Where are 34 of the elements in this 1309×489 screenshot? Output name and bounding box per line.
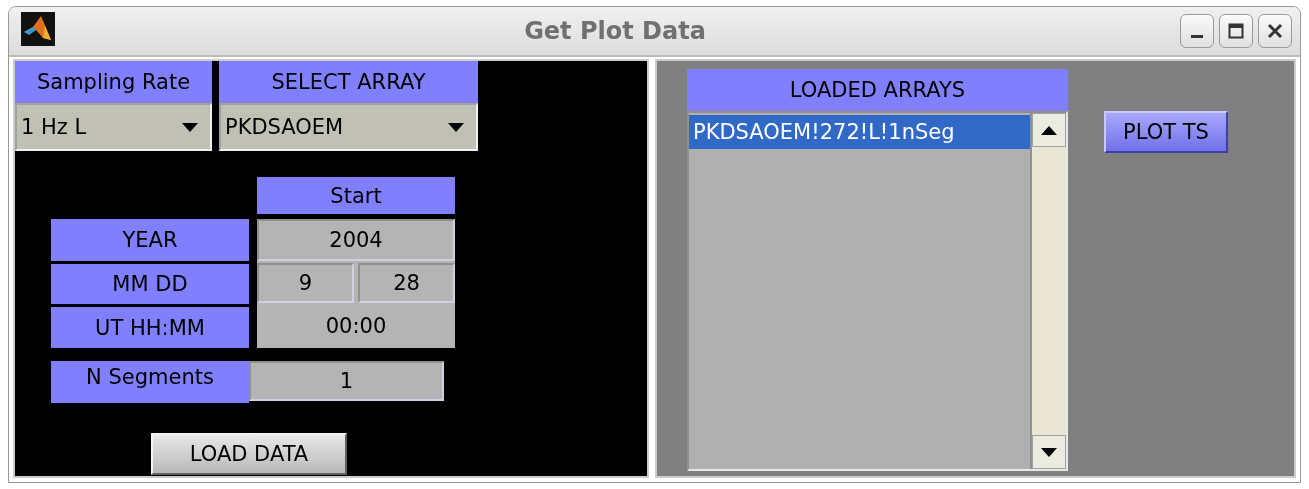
caret-icon bbox=[182, 122, 198, 132]
time-text: 00:00 bbox=[324, 312, 388, 340]
window-title: Get Plot Data bbox=[523, 17, 707, 45]
field-label: YEAR bbox=[51, 219, 249, 261]
dropdown[interactable]: 1 Hz L bbox=[15, 103, 212, 151]
field-label: SELECT ARRAY bbox=[219, 61, 478, 103]
close-button[interactable] bbox=[1258, 14, 1292, 48]
app-icon bbox=[21, 11, 55, 46]
field-label: UT HH:MM bbox=[51, 307, 249, 348]
up-arrow-icon bbox=[1041, 125, 1057, 135]
column-header: Start bbox=[257, 177, 455, 214]
plot-ts-button[interactable]: PLOT TS bbox=[1104, 111, 1228, 153]
load-data-button[interactable]: LOAD DATA bbox=[151, 433, 347, 475]
scroll-down-button[interactable] bbox=[1032, 435, 1066, 469]
list-box[interactable]: PKDSAOEM!272!L!1nSeg bbox=[687, 111, 1068, 471]
field-label: MM DD bbox=[51, 264, 249, 304]
dropdown[interactable]: PKDSAOEM bbox=[219, 103, 478, 151]
scrollbar[interactable] bbox=[1030, 113, 1066, 469]
caret-icon bbox=[448, 122, 464, 132]
close-icon bbox=[1267, 23, 1283, 39]
minimize-icon bbox=[1191, 34, 1203, 38]
scroll-up-button[interactable] bbox=[1032, 113, 1066, 147]
maximize-button[interactable] bbox=[1219, 14, 1253, 48]
input-field[interactable]: 9 bbox=[257, 263, 354, 303]
input-field[interactable]: 28 bbox=[358, 263, 455, 303]
minimize-button[interactable] bbox=[1180, 14, 1214, 48]
list-header: LOADED ARRAYS bbox=[687, 69, 1068, 111]
field-label: Sampling Rate bbox=[15, 61, 212, 103]
down-arrow-icon bbox=[1041, 447, 1057, 457]
input-field[interactable]: 1 bbox=[249, 361, 444, 401]
list-item[interactable]: PKDSAOEM!272!L!1nSeg bbox=[689, 115, 1030, 149]
maximize-icon bbox=[1228, 23, 1244, 39]
field-label: N Segments bbox=[51, 361, 249, 403]
input-field[interactable]: 2004 bbox=[257, 219, 455, 261]
